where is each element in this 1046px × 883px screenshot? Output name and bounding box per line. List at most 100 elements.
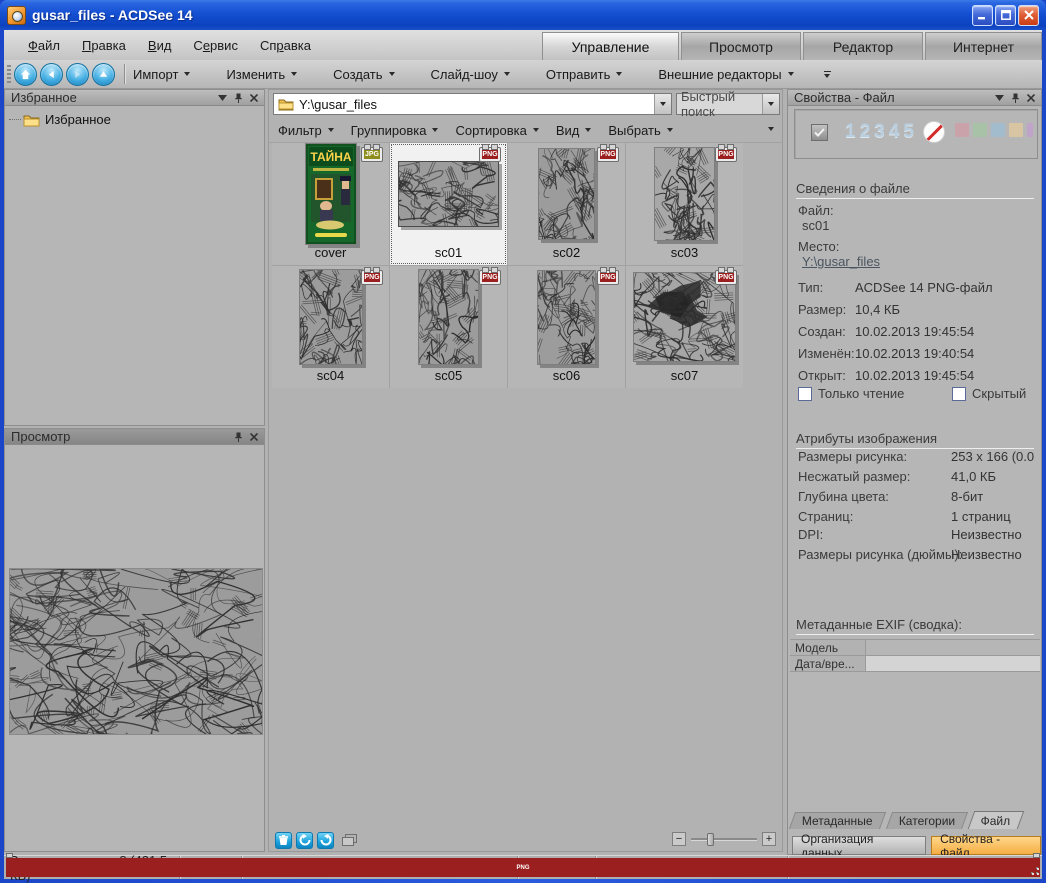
file-type-badge: PNG xyxy=(361,270,383,285)
tab-editor[interactable]: Редактор xyxy=(803,32,923,60)
file-name-label: sc05 xyxy=(390,368,507,388)
resize-grip[interactable] xyxy=(1028,864,1040,876)
thumbnail-image: ТАЙНА xyxy=(305,143,357,245)
readonly-checkbox[interactable] xyxy=(798,387,812,401)
tab-file[interactable]: Файл xyxy=(968,811,1024,829)
compare-button[interactable] xyxy=(341,832,358,849)
delete-button[interactable] xyxy=(275,832,292,849)
search-dropdown-button[interactable] xyxy=(762,94,779,114)
pin-icon[interactable] xyxy=(234,93,243,103)
zoom-slider-thumb[interactable] xyxy=(707,833,714,846)
color-label-purple[interactable] xyxy=(1027,123,1033,137)
tab-metadata[interactable]: Метаданные xyxy=(789,812,886,829)
forward-button[interactable] xyxy=(66,63,89,86)
rotate-right-button[interactable] xyxy=(317,832,334,849)
organize-button[interactable]: Организация данных xyxy=(792,836,926,855)
file-item-sc01[interactable]: PNG sc01 xyxy=(390,143,507,265)
title-bar[interactable]: gusar_files - ACDSee 14 xyxy=(0,0,1046,30)
tab-internet[interactable]: Интернет xyxy=(925,32,1042,60)
filter-overflow-button[interactable] xyxy=(768,127,774,131)
rotate-left-button[interactable] xyxy=(296,832,313,849)
file-item-sc04[interactable]: PNG sc04 xyxy=(272,266,389,388)
toolbar-overflow-button[interactable] xyxy=(824,71,831,78)
zoom-in-button[interactable]: + xyxy=(762,832,776,846)
menu-view[interactable]: Вид xyxy=(137,30,183,60)
file-item-sc06[interactable]: PNG sc06 xyxy=(508,266,625,388)
chevron-down-icon xyxy=(328,128,334,132)
close-icon[interactable] xyxy=(250,94,258,102)
menu-help[interactable]: Справка xyxy=(249,30,322,60)
quick-search-box[interactable]: Быстрый поиск xyxy=(676,93,780,115)
view-menu[interactable]: Вид xyxy=(556,123,592,138)
thumbnail-image xyxy=(537,270,596,365)
select-menu[interactable]: Выбрать xyxy=(608,123,672,138)
toolbar-grip[interactable] xyxy=(7,65,11,83)
back-button[interactable] xyxy=(40,63,63,86)
exif-row-model[interactable]: Модель xyxy=(790,640,1040,656)
rating-5[interactable]: 5 xyxy=(903,121,914,143)
modified-row: Изменён:10.02.2013 19:40:54 xyxy=(798,346,1038,364)
up-button[interactable] xyxy=(92,63,115,86)
properties-button[interactable]: Свойства - Файл xyxy=(931,836,1041,855)
location-link[interactable]: Y:\gusar_files xyxy=(802,254,880,269)
home-button[interactable] xyxy=(14,63,37,86)
path-dropdown-button[interactable] xyxy=(654,94,671,114)
edit-button[interactable]: Изменить xyxy=(226,60,297,88)
color-label-blue[interactable] xyxy=(991,123,1005,137)
tag-checkbox[interactable] xyxy=(811,124,828,141)
rating-4[interactable]: 4 xyxy=(889,121,900,143)
maximize-button[interactable] xyxy=(995,5,1016,26)
clear-rating-icon[interactable] xyxy=(923,121,945,143)
create-button[interactable]: Создать xyxy=(333,60,394,88)
panel-menu-icon[interactable] xyxy=(218,95,227,101)
file-type-badge: PNG xyxy=(479,270,501,285)
search-input[interactable]: Быстрый поиск xyxy=(677,89,762,119)
path-combo[interactable]: Y:\gusar_files xyxy=(273,93,672,115)
zoom-out-button[interactable]: − xyxy=(672,832,686,846)
pin-icon[interactable] xyxy=(234,432,243,442)
import-button[interactable]: Импорт xyxy=(133,60,190,88)
main-toolbar: Импорт Изменить Создать Слайд-шоу Отправ… xyxy=(4,60,1042,89)
menu-edit[interactable]: Правка xyxy=(71,30,137,60)
opened-row: Открыт:10.02.2013 19:45:54 xyxy=(798,368,1038,386)
external-editors-button[interactable]: Внешние редакторы xyxy=(658,60,793,88)
filter-bar: Фильтр Группировка Сортировка Вид Выбрат… xyxy=(269,118,782,143)
color-label-green[interactable] xyxy=(973,123,987,137)
favorites-folder-item[interactable]: Избранное xyxy=(9,112,264,127)
rating-1[interactable]: 1 xyxy=(845,121,856,143)
group-menu[interactable]: Группировка xyxy=(351,123,439,138)
pin-icon[interactable] xyxy=(1011,93,1020,103)
close-button[interactable] xyxy=(1018,5,1039,26)
panel-menu-icon[interactable] xyxy=(995,95,1004,101)
filter-menu[interactable]: Фильтр xyxy=(278,123,334,138)
file-type-badge: PNG xyxy=(597,270,619,285)
rating-2[interactable]: 2 xyxy=(860,121,871,143)
color-label-red[interactable] xyxy=(955,123,969,137)
acdsee-window: gusar_files - ACDSee 14 Файл Правка Вид … xyxy=(0,0,1046,883)
menu-tools[interactable]: Сервис xyxy=(182,30,249,60)
file-item-sc07[interactable]: PNG sc07 xyxy=(626,266,743,388)
file-item-sc03[interactable]: PNG sc03 xyxy=(626,143,743,265)
sort-menu[interactable]: Сортировка xyxy=(455,123,538,138)
menu-file[interactable]: Файл xyxy=(17,30,71,60)
tab-view[interactable]: Просмотр xyxy=(681,32,801,60)
minimize-button[interactable] xyxy=(972,5,993,26)
rating-3[interactable]: 3 xyxy=(874,121,885,143)
color-label-tan[interactable] xyxy=(1009,123,1023,137)
file-item-sc02[interactable]: PNG sc02 xyxy=(508,143,625,265)
favorites-panel: Избранное Избранное xyxy=(4,89,265,426)
app-icon xyxy=(7,6,26,25)
path-input[interactable]: Y:\gusar_files xyxy=(299,97,654,112)
rating-toolbar: 1 2 3 4 5 xyxy=(794,109,1038,159)
tab-categories[interactable]: Категории xyxy=(886,812,969,829)
hidden-checkbox[interactable] xyxy=(952,387,966,401)
slideshow-button[interactable]: Слайд-шоу xyxy=(431,60,510,88)
file-item-sc05[interactable]: PNG sc05 xyxy=(390,266,507,388)
exif-row-datetime[interactable]: Дата/вре... xyxy=(790,656,1040,672)
tab-manage[interactable]: Управление xyxy=(542,32,679,60)
file-item-cover[interactable]: ТАЙНА JPG cover xyxy=(272,143,389,265)
close-icon[interactable] xyxy=(1027,94,1035,102)
close-icon[interactable] xyxy=(250,433,258,441)
send-button[interactable]: Отправить xyxy=(546,60,622,88)
zoom-slider[interactable] xyxy=(691,838,757,841)
